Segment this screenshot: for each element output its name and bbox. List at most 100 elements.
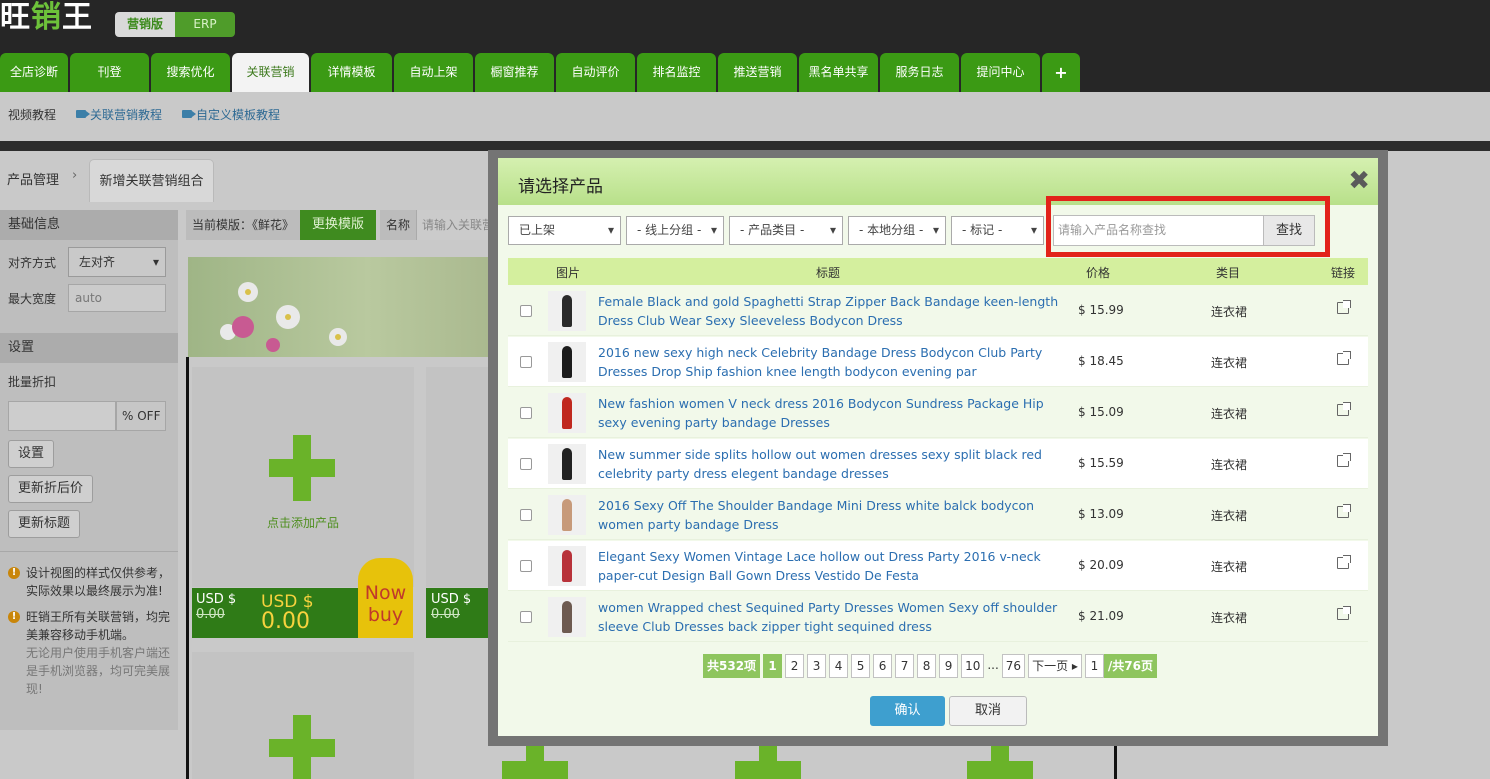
close-icon[interactable]: ✖ [1348,168,1370,194]
name-field: 名称 请输入关联营 [380,210,488,240]
nav-tab-10[interactable]: 黑名单共享 [799,53,878,92]
nav-tab-7[interactable]: 自动评价 [556,53,635,92]
nav-tab-3[interactable]: 关联营销 [232,53,309,92]
product-title-link[interactable]: New summer side splits hollow out women … [598,445,1068,483]
col-title: 标题 [816,266,841,280]
set-discount-button[interactable]: 设置 [8,440,55,468]
product-price: $ 15.99 [1078,303,1124,317]
table-row[interactable]: women Wrapped chest Sequined Party Dress… [508,592,1368,642]
product-title-link[interactable]: 2016 Sexy Off The Shoulder Bandage Mini … [598,496,1068,534]
nav-tab-9[interactable]: 推送营销 [718,53,797,92]
product-table-header: 图片 标题 价格 类目 链接 [508,258,1368,285]
table-row[interactable]: 2016 new sexy high neck Celebrity Bandag… [508,337,1368,387]
external-link-icon[interactable] [1337,606,1351,620]
pager-page[interactable]: 7 [895,653,915,678]
cancel-button[interactable]: 取消 [949,696,1027,726]
breadcrumb-product-management[interactable]: 产品管理 [7,169,59,188]
video-camera-icon [76,110,91,118]
nav-tab-6[interactable]: 橱窗推荐 [475,53,554,92]
external-link-icon[interactable] [1337,555,1351,569]
external-link-icon[interactable] [1337,453,1351,467]
app-logo[interactable]: 旺销王 [0,0,93,40]
info-icon: ! [8,567,20,579]
tutorial-link-marketing[interactable]: 关联营销教程 [76,106,162,123]
max-width-input[interactable]: auto [68,284,167,312]
pager-page[interactable]: 4 [829,653,849,678]
nav-tab-8[interactable]: 排名监控 [637,53,716,92]
current-template-label: 当前模版：《鲜花》 [186,210,300,240]
external-link-icon[interactable] [1337,402,1351,416]
row-checkbox[interactable] [520,407,532,419]
add-product-plus-icon[interactable] [269,435,335,501]
name-input[interactable]: 请输入关联营 [416,210,488,240]
pager-page[interactable]: 6 [873,653,893,678]
edition-erp-tab[interactable]: ERP [175,12,235,37]
breadcrumb-current-tab[interactable]: 新增关联营销组合 [89,159,214,202]
sub-nav-bar: 视频教程 关联营销教程 自定义模板教程 [0,92,1490,136]
pager-page[interactable]: 3 [807,653,827,678]
tutorial-link-template[interactable]: 自定义模板教程 [182,106,280,123]
pager-page[interactable]: 10 [961,653,985,678]
nav-tab-0[interactable]: 全店诊断 [0,53,68,92]
row-checkbox[interactable] [520,458,532,470]
external-link-icon[interactable] [1337,300,1351,314]
product-slot-2[interactable] [426,367,488,587]
nav-tab-1[interactable]: 刊登 [70,53,149,92]
pager-page[interactable]: 5 [851,653,871,678]
nav-tab-12[interactable]: 提问中心 [961,53,1040,92]
video-tutorial-label: 视频教程 [8,107,57,122]
filter-select-2[interactable]: - 产品类目 - [729,216,843,245]
row-checkbox[interactable] [520,305,532,317]
row-checkbox[interactable] [520,611,532,623]
row-checkbox[interactable] [520,509,532,521]
table-row[interactable]: Female Black and gold Spaghetti Strap Zi… [508,286,1368,336]
pager-next-button[interactable]: 下一页 ▸ [1028,653,1082,678]
modal-title: 请选择产品 [518,177,603,197]
filter-select-3[interactable]: - 本地分组 - [848,216,946,245]
filter-select-0[interactable]: 已上架 [508,216,621,245]
table-row[interactable]: 2016 Sexy Off The Shoulder Bandage Mini … [508,490,1368,540]
product-category: 连衣裙 [1211,458,1248,472]
flower-banner-image [188,257,488,357]
filter-select-4[interactable]: - 标记 - [951,216,1044,245]
align-select[interactable]: 左对齐 [68,247,167,277]
discount-input[interactable] [8,401,116,431]
pager-page[interactable]: 8 [917,653,937,678]
filter-select-1[interactable]: - 线上分组 - [626,216,724,245]
add-product-plus-icon[interactable] [269,715,335,779]
product-title-link[interactable]: 2016 new sexy high neck Celebrity Bandag… [598,343,1068,381]
pager-page[interactable]: 9 [939,653,959,678]
template-bar: 当前模版：《鲜花》 更换模版 名称 请输入关联营 [186,210,488,240]
change-template-button[interactable]: 更换模版 [300,210,376,240]
product-title-link[interactable]: Female Black and gold Spaghetti Strap Zi… [598,292,1068,330]
nav-tab-4[interactable]: 详情模板 [311,53,392,92]
product-price: $ 18.45 [1078,354,1124,368]
nav-tab-2[interactable]: 搜索优化 [151,53,230,92]
nav-tab-11[interactable]: 服务日志 [880,53,959,92]
product-title-link[interactable]: New fashion women V neck dress 2016 Body… [598,394,1068,432]
add-tab-plus-icon[interactable]: + [1042,53,1080,92]
flower-illustration [220,282,347,352]
table-row[interactable]: New summer side splits hollow out women … [508,439,1368,489]
table-row[interactable]: New fashion women V neck dress 2016 Body… [508,388,1368,438]
product-title-link[interactable]: women Wrapped chest Sequined Party Dress… [598,598,1068,636]
product-title-link[interactable]: Elegant Sexy Women Vintage Lace hollow o… [598,547,1068,585]
nav-tab-5[interactable]: 自动上架 [394,53,473,92]
pager-page-last[interactable]: 76 [1001,653,1026,678]
pager-page[interactable]: 1 [763,653,783,678]
row-checkbox[interactable] [520,560,532,572]
row-checkbox[interactable] [520,356,532,368]
pager-page[interactable]: 2 [785,653,805,678]
edition-marketing-tab[interactable]: 营销版 [115,12,175,37]
pager-page-input[interactable]: 1 [1084,653,1104,678]
update-price-button[interactable]: 更新折后价 [8,475,94,503]
external-link-icon[interactable] [1337,504,1351,518]
price-tag: USD $0.00 [426,588,488,638]
update-title-button[interactable]: 更新标题 [8,510,81,538]
add-product-label[interactable]: 点击添加产品 [267,514,339,531]
table-row[interactable]: Elegant Sexy Women Vintage Lace hollow o… [508,541,1368,591]
confirm-button[interactable]: 确认 [870,696,945,726]
external-link-icon[interactable] [1337,351,1351,365]
now-buy-badge[interactable]: Now buy [358,558,413,638]
usd-big-label: USD $0.00 [261,592,314,634]
